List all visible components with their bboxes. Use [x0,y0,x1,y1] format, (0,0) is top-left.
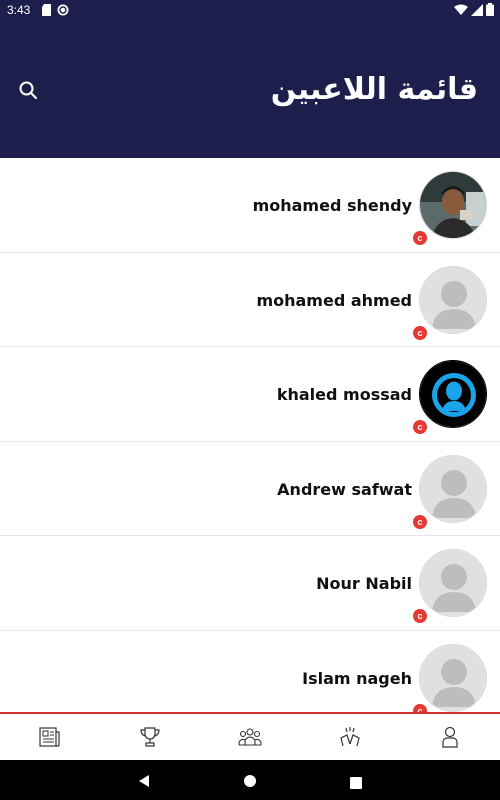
news-icon [39,727,60,747]
player-name: mohamed shendy [252,196,412,215]
player-row[interactable]: Islam nageh c [0,630,500,712]
bottom-nav [0,712,500,760]
status-time: 3:43 [7,3,31,17]
captain-badge: c [413,703,427,712]
default-avatar-icon [419,643,487,712]
cheers-icon [340,727,360,747]
wifi-icon [454,4,468,19]
player-row[interactable]: Nour Nabil c [0,536,500,631]
default-avatar-icon [419,454,487,523]
nav-team[interactable] [200,714,300,760]
team-icon [238,728,262,746]
search-button[interactable] [14,76,42,104]
page-title: قائمة اللاعبين [270,72,478,107]
player-name: Nour Nabil [316,574,412,593]
nav-profile[interactable] [400,714,500,760]
captain-badge: c [413,231,427,245]
player-row[interactable]: mohamed shendy c [0,158,500,253]
player-list: mohamed shendy c mohamed ahmed c khaled … [0,158,500,712]
player-name: Andrew safwat [277,479,412,499]
player-avatar [419,171,487,239]
signal-icon [471,3,483,19]
player-row[interactable]: Andrew safwat c [0,441,500,536]
nav-news[interactable] [0,714,100,760]
sd-card-icon [42,4,52,19]
default-avatar-icon [419,265,487,334]
recents-icon[interactable] [350,774,362,793]
battery-icon [486,3,494,19]
nav-tournaments[interactable] [100,714,200,760]
captain-badge: c [413,514,427,529]
default-avatar-icon [419,549,487,617]
back-icon[interactable] [137,773,151,792]
search-icon [19,81,37,99]
player-name: khaled mossad [276,385,412,404]
player-name: mohamed ahmed [256,290,412,310]
player-row[interactable]: mohamed ahmed c [0,252,500,347]
silhouette-avatar-icon [419,360,487,428]
player-name: Islam nageh [302,668,412,688]
captain-badge: c [413,609,427,623]
trophy-icon [140,727,160,747]
status-bar: 3:43 [0,0,500,20]
system-nav-bar [0,760,500,800]
profile-icon [442,726,458,748]
sync-icon [57,4,69,19]
nav-cheers[interactable] [300,714,400,760]
player-row[interactable]: khaled mossad c [0,347,500,442]
captain-badge: c [413,325,427,340]
app-bar: قائمة اللاعبين [0,20,500,158]
home-icon[interactable] [243,773,257,792]
captain-badge: c [413,420,427,434]
